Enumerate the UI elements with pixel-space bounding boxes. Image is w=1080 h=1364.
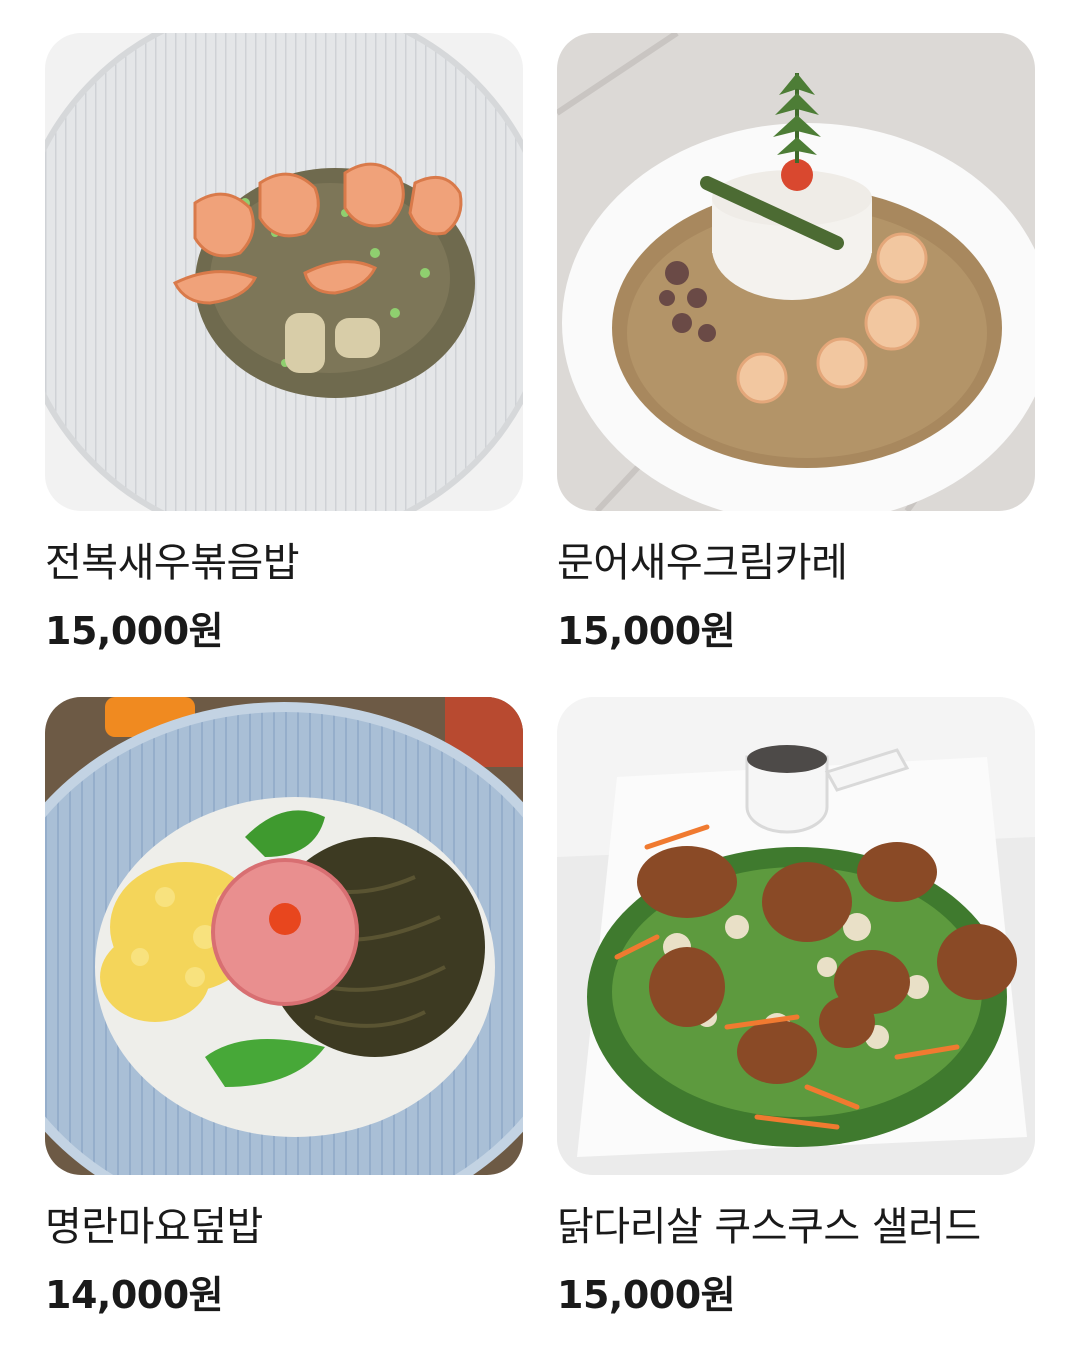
menu-item-name: 명란마요덮밥	[45, 1204, 263, 1250]
menu-item-photo[interactable]	[45, 697, 523, 1175]
menu-item-card[interactable]: 전복새우볶음밥 15,000원	[45, 33, 523, 655]
menu-item-price: 15,000원	[557, 1273, 736, 1317]
rice-bowl-photo	[45, 697, 523, 1175]
curry-photo	[557, 33, 1035, 511]
menu-item-card[interactable]: 명란마요덮밥 14,000원	[45, 697, 523, 1319]
fried-rice-photo	[45, 33, 523, 511]
menu-item-price: 14,000원	[45, 1273, 224, 1317]
menu-item-card[interactable]: 닭다리살 쿠스쿠스 샐러드 15,000원	[557, 697, 1035, 1319]
menu-item-photo[interactable]	[45, 33, 523, 511]
menu-item-name: 전복새우볶음밥	[45, 540, 300, 586]
menu-item-photo[interactable]	[557, 33, 1035, 511]
menu-item-photo[interactable]	[557, 697, 1035, 1175]
menu-item-card[interactable]: 문어새우크림카레 15,000원	[557, 33, 1035, 655]
menu-item-name: 문어새우크림카레	[557, 540, 848, 586]
salad-photo	[557, 697, 1035, 1175]
menu-item-name: 닭다리살 쿠스쿠스 샐러드	[557, 1204, 981, 1250]
menu-item-price: 15,000원	[45, 609, 224, 653]
menu-item-price: 15,000원	[557, 609, 736, 653]
menu-grid: 전복새우볶음밥 15,000원 문어새우크림카레 15,000원 명란마요덮밥 …	[45, 33, 1035, 1319]
